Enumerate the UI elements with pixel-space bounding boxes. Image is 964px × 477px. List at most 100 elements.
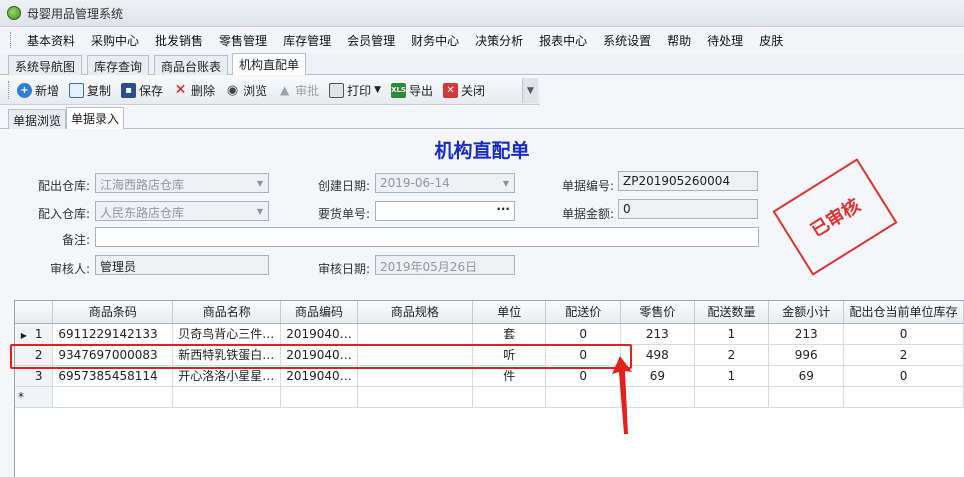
cell-retail-price[interactable]: 213 bbox=[620, 323, 695, 345]
arrow-shape bbox=[612, 356, 632, 434]
doc-no-label: 单据编号: bbox=[561, 179, 614, 193]
print-button[interactable]: 打印 ▼ bbox=[329, 82, 381, 99]
tab-entry[interactable]: 单据录入 bbox=[66, 107, 125, 129]
cell-qty[interactable]: 1 bbox=[694, 365, 770, 387]
column-header[interactable]: 配送数量 bbox=[694, 301, 770, 324]
toolbar-overflow-button[interactable]: ▼ bbox=[522, 78, 538, 103]
request-no-field[interactable]: ··· bbox=[375, 201, 515, 221]
copy-icon bbox=[69, 82, 85, 98]
close-icon: ✕ bbox=[443, 82, 459, 98]
chevron-down-icon: ▼ bbox=[256, 206, 264, 216]
chevron-down-icon: ▼ bbox=[527, 85, 534, 96]
menu-wholesale[interactable]: 批发销售 bbox=[147, 32, 211, 49]
cell-stock[interactable]: 0 bbox=[843, 323, 964, 345]
create-date-field[interactable]: 2019-06-14 ▼ bbox=[375, 173, 515, 193]
new-row-cell[interactable] bbox=[357, 386, 473, 408]
cell-qty[interactable]: 2 bbox=[694, 344, 770, 366]
column-header[interactable]: 金额小计 bbox=[768, 301, 845, 324]
cell-qty[interactable]: 1 bbox=[694, 323, 770, 345]
new-row-cell[interactable] bbox=[472, 386, 547, 408]
column-header[interactable]: 商品条码 bbox=[52, 301, 174, 324]
column-header[interactable]: 单位 bbox=[472, 301, 547, 324]
view-tabs: 单据浏览 单据录入 bbox=[0, 107, 964, 129]
annotation-arrow-icon bbox=[612, 356, 632, 434]
menu-grip[interactable] bbox=[10, 32, 13, 48]
column-header[interactable]: 商品规格 bbox=[357, 301, 473, 324]
audit-button[interactable]: ▲ 审批 bbox=[277, 82, 319, 99]
column-header[interactable]: 商品名称 bbox=[172, 301, 282, 324]
more-icon[interactable]: ··· bbox=[496, 202, 510, 216]
cell-subtotal[interactable]: 996 bbox=[768, 344, 845, 366]
remark-field[interactable] bbox=[95, 227, 759, 247]
new-row-cell[interactable] bbox=[280, 386, 358, 408]
menu-retail[interactable]: 零售管理 bbox=[211, 32, 275, 49]
cell-stock[interactable]: 2 bbox=[843, 344, 964, 366]
corner-cell[interactable] bbox=[15, 301, 54, 324]
menu-settings[interactable]: 系统设置 bbox=[595, 32, 659, 49]
menu-analysis[interactable]: 决策分析 bbox=[467, 32, 531, 49]
cell-name[interactable]: 贝奇鸟背心三件… bbox=[172, 323, 282, 345]
cell-dist-price[interactable]: 0 bbox=[545, 323, 622, 345]
delete-icon: ✕ bbox=[174, 82, 187, 98]
menu-bar: 基本资料 采购中心 批发销售 零售管理 库存管理 会员管理 财务中心 决策分析 … bbox=[0, 28, 964, 52]
tab-product-ledger[interactable]: 商品台账表 bbox=[154, 55, 229, 75]
new-row-cell[interactable] bbox=[52, 386, 174, 408]
cell-subtotal[interactable]: 213 bbox=[768, 323, 845, 345]
tab-navigation-map[interactable]: 系统导航图 bbox=[8, 55, 83, 75]
create-date-label: 创建日期: bbox=[317, 179, 370, 193]
tab-direct-distribution[interactable]: 机构直配单 bbox=[232, 53, 307, 75]
menu-member[interactable]: 会员管理 bbox=[339, 32, 403, 49]
cell-barcode[interactable]: 6911229142133 bbox=[52, 323, 174, 345]
tab-browse[interactable]: 单据浏览 bbox=[8, 109, 67, 129]
menu-basic-data[interactable]: 基本资料 bbox=[19, 32, 83, 49]
amount-field: 0 bbox=[618, 199, 758, 219]
column-header[interactable]: 配送价 bbox=[545, 301, 622, 324]
menu-finance[interactable]: 财务中心 bbox=[403, 32, 467, 49]
highlight-box bbox=[10, 344, 632, 369]
page-title: 机构直配单 bbox=[434, 140, 530, 162]
cell-stock[interactable]: 0 bbox=[843, 365, 964, 387]
cell-unit[interactable]: 套 bbox=[472, 323, 547, 345]
cell-subtotal[interactable]: 69 bbox=[768, 365, 845, 387]
menu-reports[interactable]: 报表中心 bbox=[531, 32, 595, 49]
menu-help[interactable]: 帮助 bbox=[659, 32, 699, 49]
save-button[interactable]: ▪ 保存 bbox=[121, 82, 163, 99]
delete-button[interactable]: ✕ 删除 bbox=[173, 82, 215, 99]
menu-skin[interactable]: 皮肤 bbox=[751, 32, 791, 49]
view-button[interactable]: ◉ 浏览 bbox=[225, 82, 267, 99]
export-button[interactable]: XLS 导出 bbox=[391, 82, 433, 99]
toolbar-grip[interactable] bbox=[8, 81, 11, 99]
audit-date-label: 审核日期: bbox=[317, 262, 370, 276]
in-warehouse-select[interactable]: 人民东路店仓库 ▼ bbox=[95, 201, 269, 221]
cell-code[interactable]: 2019040… bbox=[280, 323, 358, 345]
copy-button[interactable]: 复制 bbox=[69, 82, 111, 99]
out-warehouse-select[interactable]: 江海西路店仓库 ▼ bbox=[95, 173, 269, 193]
chevron-down-icon: ▼ bbox=[502, 178, 510, 188]
new-row-cell[interactable] bbox=[694, 386, 770, 408]
printer-icon bbox=[329, 82, 345, 98]
column-header[interactable]: 商品编码 bbox=[280, 301, 358, 324]
column-header[interactable]: 零售价 bbox=[620, 301, 695, 324]
tab-stock-query[interactable]: 库存查询 bbox=[87, 55, 150, 75]
menu-pending[interactable]: 待处理 bbox=[699, 32, 751, 49]
app-title: 母婴用品管理系统 bbox=[27, 6, 124, 21]
current-row-icon: ▶ bbox=[20, 330, 27, 340]
menu-purchase[interactable]: 采购中心 bbox=[83, 32, 147, 49]
new-row-cell[interactable] bbox=[843, 386, 964, 408]
table-row[interactable]: ▶ 1 6911229142133 贝奇鸟背心三件… 2019040… 套 0 2… bbox=[15, 323, 964, 345]
remark-label: 备注: bbox=[61, 233, 90, 247]
menu-inventory[interactable]: 库存管理 bbox=[275, 32, 339, 49]
new-row-cell[interactable] bbox=[768, 386, 845, 408]
close-button[interactable]: ✕ 关闭 bbox=[443, 82, 485, 99]
document-tabs: 系统导航图 库存查询 商品台账表 机构直配单 bbox=[0, 53, 964, 75]
row-header[interactable]: ▶ 1 bbox=[15, 323, 54, 345]
column-header[interactable]: 配出仓当前单位库存 bbox=[843, 301, 964, 324]
new-row-cell[interactable] bbox=[172, 386, 282, 408]
new-row-marker[interactable]: * bbox=[15, 386, 54, 408]
app-logo-icon bbox=[7, 6, 21, 20]
add-icon: + bbox=[17, 82, 32, 98]
new-row[interactable]: * bbox=[15, 386, 964, 408]
amount-label: 单据金额: bbox=[561, 207, 614, 221]
cell-spec[interactable] bbox=[357, 323, 473, 345]
add-button[interactable]: + 新增 bbox=[17, 82, 59, 99]
